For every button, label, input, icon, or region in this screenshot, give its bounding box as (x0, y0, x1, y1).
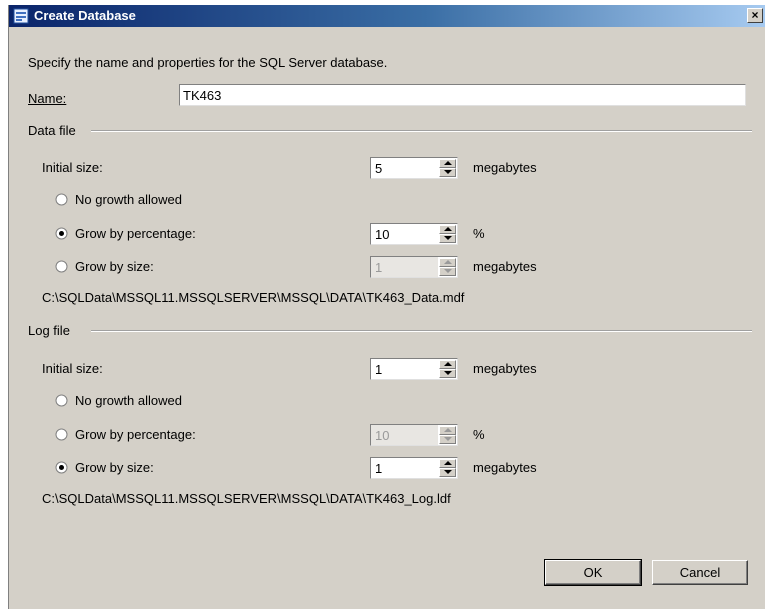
log-grow-size-unit: megabytes (473, 460, 537, 475)
data-initial-size-unit: megabytes (473, 160, 537, 175)
log-grow-size-radio[interactable] (55, 461, 68, 474)
data-file-group-divider (91, 130, 752, 132)
log-grow-pct-unit: % (473, 427, 485, 442)
log-grow-size-value[interactable]: 1 (370, 457, 438, 479)
spinner-arrows (438, 223, 458, 245)
spin-up-icon[interactable] (439, 225, 456, 234)
log-initial-size-spinner[interactable]: 1 (370, 358, 458, 380)
log-no-growth-radio[interactable] (55, 394, 68, 407)
spin-down-icon (439, 267, 456, 276)
spinner-arrows (438, 358, 458, 380)
intro-text: Specify the name and properties for the … (28, 55, 388, 70)
spin-up-icon (439, 258, 456, 267)
data-grow-pct-label: Grow by percentage: (75, 226, 196, 241)
create-database-dialog: Create Database × Specify the name and p… (8, 5, 765, 609)
data-grow-size-label: Grow by size: (75, 259, 154, 274)
spinner-arrows (438, 457, 458, 479)
spin-up-icon[interactable] (439, 159, 456, 168)
spin-down-icon[interactable] (439, 468, 456, 477)
log-grow-pct-radio[interactable] (55, 428, 68, 441)
data-initial-size-spinner[interactable]: 5 (370, 157, 458, 179)
name-label: Name: (28, 91, 66, 106)
log-grow-pct-value: 10 (370, 424, 438, 446)
spin-down-icon (439, 435, 456, 444)
log-file-group-label: Log file (28, 323, 70, 338)
spin-down-icon[interactable] (439, 168, 456, 177)
data-grow-size-radio[interactable] (55, 260, 68, 273)
log-file-group-divider (91, 330, 752, 332)
data-grow-size-unit: megabytes (473, 259, 537, 274)
spin-up-icon[interactable] (439, 360, 456, 369)
data-grow-pct-unit: % (473, 226, 485, 241)
data-grow-size-spinner: 1 (370, 256, 458, 278)
data-grow-pct-value[interactable]: 10 (370, 223, 438, 245)
data-file-group-label: Data file (28, 123, 76, 138)
data-no-growth-label: No growth allowed (75, 192, 182, 207)
log-initial-size-value[interactable]: 1 (370, 358, 438, 380)
log-grow-size-label: Grow by size: (75, 460, 154, 475)
database-app-icon (13, 8, 29, 24)
data-initial-size-label: Initial size: (42, 160, 103, 175)
name-label-text: Name: (28, 91, 67, 106)
cancel-button[interactable]: Cancel (652, 560, 748, 585)
data-grow-size-value: 1 (370, 256, 438, 278)
spin-down-icon[interactable] (439, 234, 456, 243)
data-initial-size-value[interactable]: 5 (370, 157, 438, 179)
spinner-arrows (438, 256, 458, 278)
log-grow-pct-spinner: 10 (370, 424, 458, 446)
log-file-path: C:\SQLData\MSSQL11.MSSQLSERVER\MSSQL\DAT… (42, 491, 451, 506)
spin-up-icon[interactable] (439, 459, 456, 468)
data-no-growth-radio[interactable] (55, 193, 68, 206)
data-grow-pct-radio[interactable] (55, 227, 68, 240)
log-initial-size-label: Initial size: (42, 361, 103, 376)
log-grow-pct-label: Grow by percentage: (75, 427, 196, 442)
log-initial-size-unit: megabytes (473, 361, 537, 376)
spinner-arrows (438, 424, 458, 446)
ok-button[interactable]: OK (544, 559, 642, 586)
close-button[interactable]: × (747, 8, 763, 23)
data-grow-pct-spinner[interactable]: 10 (370, 223, 458, 245)
close-icon: × (751, 8, 759, 22)
title-bar[interactable]: Create Database × (9, 5, 765, 27)
name-input[interactable] (179, 84, 746, 106)
window-title: Create Database (34, 8, 136, 23)
spin-up-icon (439, 426, 456, 435)
data-file-path: C:\SQLData\MSSQL11.MSSQLSERVER\MSSQL\DAT… (42, 290, 465, 305)
spinner-arrows (438, 157, 458, 179)
log-grow-size-spinner[interactable]: 1 (370, 457, 458, 479)
spin-down-icon[interactable] (439, 369, 456, 378)
log-no-growth-label: No growth allowed (75, 393, 182, 408)
